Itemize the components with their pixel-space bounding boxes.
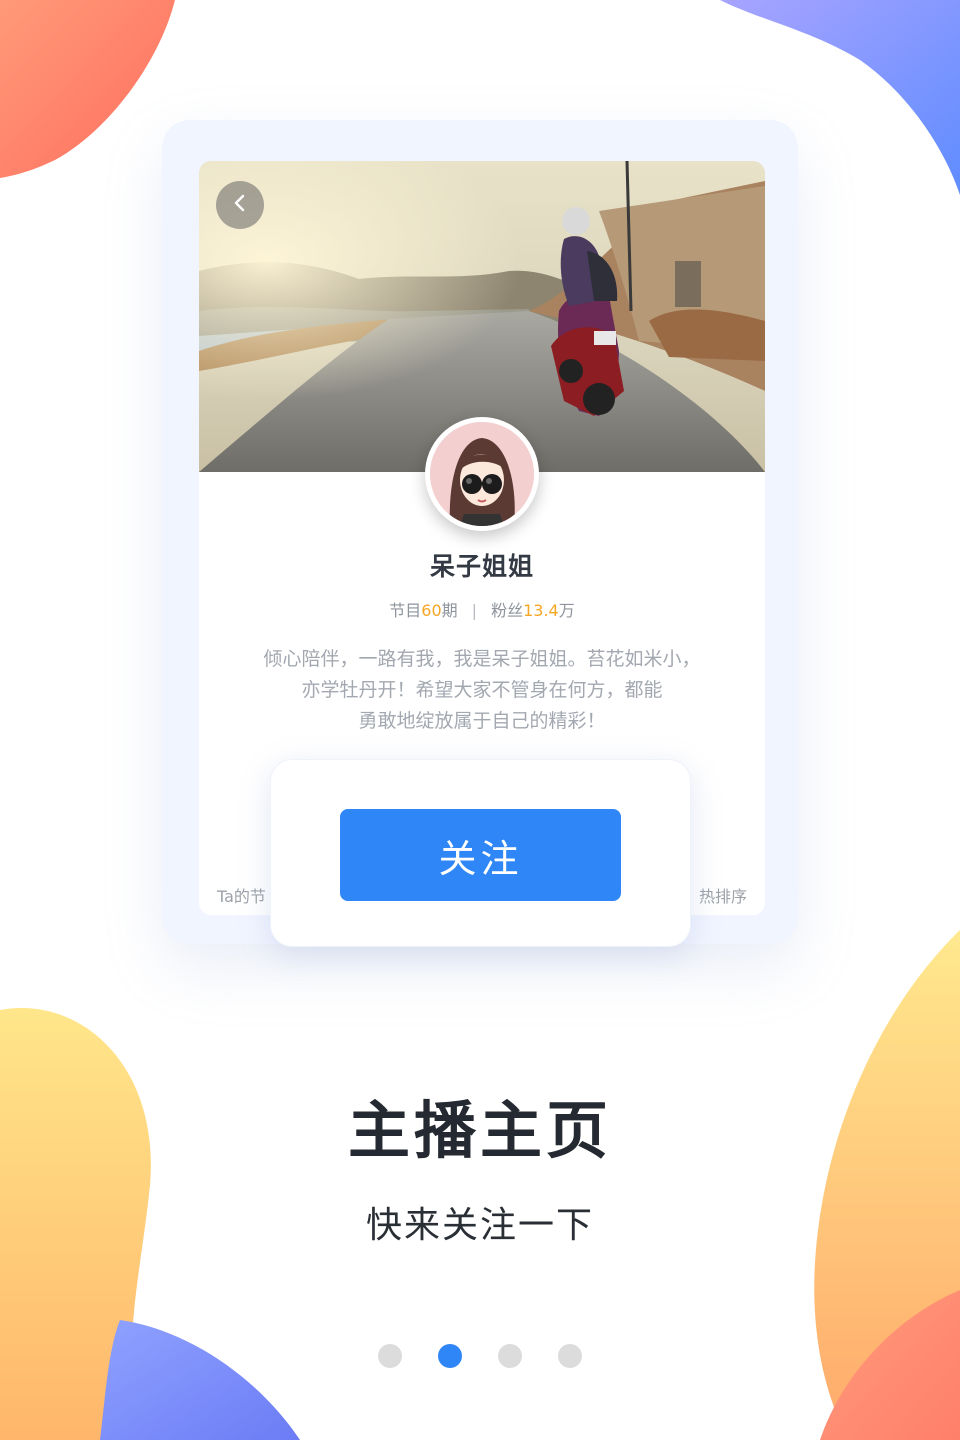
back-button[interactable]: [216, 181, 264, 229]
blob-bottom-left-blue: [100, 1310, 300, 1440]
bio-line: 倾心陪伴，一路有我，我是呆子姐姐。苔花如米小，: [263, 648, 701, 670]
anchor-bio: 倾心陪伴，一路有我，我是呆子姐姐。苔花如米小， 亦学牡丹开！希望大家不管身在何方…: [229, 644, 735, 737]
anchor-stats: 节目60期 | 粉丝13.4万: [199, 597, 765, 621]
follow-popup: 关注: [270, 759, 691, 947]
page-dot-1[interactable]: [378, 1344, 402, 1368]
bio-line: 勇敢地绽放属于自己的精彩！: [358, 710, 606, 732]
onboarding-title: 主播主页: [347, 1094, 612, 1167]
anchor-name: 呆子姐姐: [429, 552, 534, 581]
page-dot-4[interactable]: [558, 1344, 582, 1368]
onboarding-subtitle: 快来关注一下: [365, 1205, 594, 1246]
episodes-count: 60: [421, 601, 442, 620]
chevron-left-icon: [230, 193, 250, 217]
page-dot-3[interactable]: [498, 1344, 522, 1368]
page-indicator: [378, 1344, 582, 1368]
fans-count: 13.4: [523, 601, 559, 620]
avatar[interactable]: [425, 417, 539, 531]
page-dot-2-active[interactable]: [438, 1344, 462, 1368]
programs-tab-label[interactable]: Ta的节: [217, 883, 266, 907]
follow-button[interactable]: 关注: [340, 809, 621, 901]
avatar-image: [430, 422, 534, 526]
episodes-unit: 期: [441, 601, 458, 620]
sort-by-popularity[interactable]: 热排序: [699, 883, 747, 907]
fans-unit: 万: [558, 601, 575, 620]
episodes-label: 节目: [389, 601, 422, 620]
bio-line: 亦学牡丹开！希望大家不管身在何方，都能: [301, 679, 663, 701]
fans-label: 粉丝: [491, 601, 524, 620]
blob-bottom-right-coral: [820, 1290, 960, 1440]
stats-separator: |: [471, 601, 478, 620]
